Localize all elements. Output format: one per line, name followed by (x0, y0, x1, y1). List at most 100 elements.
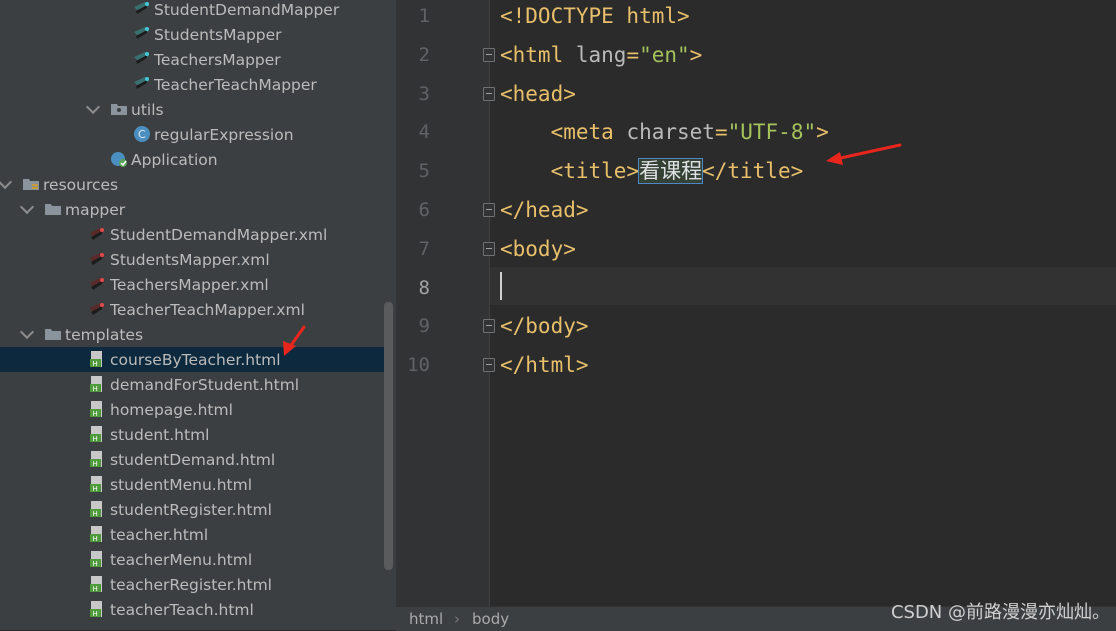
fold-marker-icon[interactable] (483, 86, 495, 101)
tree-item-teachersmapper-xml[interactable]: TeachersMapper.xml (0, 272, 384, 297)
tree-item-studentregister-html[interactable]: HstudentRegister.html (0, 497, 384, 522)
svg-text:H: H (93, 560, 98, 568)
tree-item-studentdemandmapper[interactable]: StudentDemandMapper (0, 0, 384, 22)
code-line[interactable]: </body> (500, 307, 589, 345)
code-editor[interactable]: 1 2 3 4 5 6 7 8 9 10 <!DOCTYPE html> <html lang="e… (396, 0, 1116, 606)
line-number: 8 (418, 276, 430, 299)
code-token-txt: 看课程 (638, 158, 704, 185)
tree-item-templates[interactable]: templates (0, 322, 384, 347)
tree-item-label: student.html (110, 425, 210, 444)
tree-item-label: StudentDemandMapper (154, 0, 340, 19)
fold-marker-icon[interactable] (483, 319, 495, 334)
tree-item-label: StudentDemandMapper.xml (110, 225, 328, 244)
line-number: 9 (418, 315, 430, 338)
code-line[interactable]: <title>看课程</title> (500, 152, 803, 190)
tree-item-teacherregister-html[interactable]: HteacherRegister.html (0, 572, 384, 597)
tree-item-utils[interactable]: utils (0, 97, 384, 122)
html-file-icon: H (88, 424, 106, 443)
code-token-attr: charset (626, 120, 715, 145)
tree-item-label: teacherTeach.html (110, 600, 254, 619)
line-number: 2 (418, 43, 430, 66)
tree-item-label: TeacherTeachMapper.xml (110, 300, 305, 319)
chevron-down-icon[interactable] (85, 99, 101, 115)
html-file-icon: H (88, 399, 106, 418)
mapper-interface-icon (132, 49, 150, 67)
breadcrumb-body[interactable]: body (472, 607, 509, 631)
fold-marker-icon[interactable] (483, 203, 495, 217)
tree-item-label: resources (43, 175, 119, 194)
tree-item-application[interactable]: Application (0, 147, 384, 172)
chevron-down-icon[interactable] (19, 324, 35, 340)
svg-text:H: H (93, 510, 98, 518)
code-token-tag: > (816, 120, 829, 145)
watermark: CSDN @前路漫漫亦灿灿。 (890, 602, 1110, 623)
mybatis-xml-icon (88, 274, 106, 292)
tree-item-demandforstudent-html[interactable]: HdemandForStudent.html (0, 372, 384, 397)
tree-item-label: TeachersMapper (154, 50, 281, 69)
tree-item-label: TeachersMapper.xml (110, 275, 269, 294)
chevron-down-icon[interactable] (19, 199, 35, 215)
tree-item-teachermenu-html[interactable]: HteacherMenu.html (0, 547, 384, 572)
code-line[interactable]: <body> (500, 230, 576, 268)
code-line[interactable]: </head> (500, 191, 589, 229)
html-file-icon: H (88, 549, 106, 568)
svg-text:H: H (93, 585, 98, 593)
tree-item-teacherteachmapper-xml[interactable]: TeacherTeachMapper.xml (0, 297, 384, 322)
line-number: 10 (407, 354, 430, 377)
fold-marker-icon[interactable] (483, 358, 495, 373)
tree-item-label: utils (131, 100, 164, 119)
tree-item-teacherteach-html[interactable]: HteacherTeach.html (0, 597, 384, 622)
line-number-gutter: 1 2 3 4 5 6 7 8 9 10 (396, 0, 495, 606)
tree-item-label: TeacherTeachMapper (154, 75, 317, 94)
tree-item-mapper[interactable]: mapper (0, 197, 384, 222)
chevron-down-icon[interactable] (0, 174, 13, 190)
tree-scrollbar[interactable] (384, 302, 393, 570)
tree-item-label: mapper (65, 200, 126, 219)
tree-item-studentdemand-html[interactable]: HstudentDemand.html (0, 447, 384, 472)
fold-marker-icon[interactable] (483, 241, 495, 256)
line-number: 4 (418, 121, 430, 144)
tree-item-coursebyteacher-html[interactable]: HcourseByTeacher.html (0, 347, 384, 372)
folder-icon (43, 324, 61, 342)
html-file-icon: H (88, 499, 106, 518)
tree-item-student-html[interactable]: Hstudent.html (0, 422, 384, 447)
tree-item-label: courseByTeacher.html (110, 350, 281, 369)
html-file-icon: H (88, 524, 106, 543)
current-line-highlight (490, 267, 1116, 305)
code-line[interactable]: <!DOCTYPE html> (500, 0, 690, 35)
mybatis-xml-icon (88, 224, 106, 242)
fold-marker-icon[interactable] (483, 47, 495, 62)
code-token-tag: <head> (500, 81, 576, 106)
java-class-icon: C (132, 124, 150, 142)
line-number: 5 (418, 160, 430, 183)
tree-item-resources[interactable]: resources (0, 172, 384, 197)
code-token-tag: </title> (702, 159, 804, 184)
svg-text:H: H (93, 360, 98, 368)
html-file-icon: H (88, 474, 106, 493)
package-folder-icon (109, 99, 127, 117)
tree-item-teacherteachmapper[interactable]: TeacherTeachMapper (0, 72, 384, 97)
mapper-interface-icon (132, 24, 150, 42)
tree-item-studentsmapper-xml[interactable]: StudentsMapper.xml (0, 247, 384, 272)
code-token-tag: <meta (550, 120, 627, 145)
code-token-tag: <!DOCTYPE html> (500, 4, 690, 28)
code-line[interactable]: <head> (500, 75, 576, 113)
tree-item-homepage-html[interactable]: Hhomepage.html (0, 397, 384, 422)
tree-item-studentdemandmapper-xml[interactable]: StudentDemandMapper.xml (0, 222, 384, 247)
tree-item-regularexpression[interactable]: CregularExpression (0, 122, 384, 147)
breadcrumb-html[interactable]: html (409, 607, 443, 631)
tree-item-studentmenu-html[interactable]: HstudentMenu.html (0, 472, 384, 497)
code-token-tag: <title> (550, 159, 640, 184)
html-file-icon: H (88, 449, 106, 468)
tree-item-teachersmapper[interactable]: TeachersMapper (0, 47, 384, 72)
tree-item-label: homepage.html (110, 400, 233, 419)
line-number: 1 (418, 5, 430, 27)
line-number: 3 (418, 82, 430, 105)
code-line[interactable]: <html lang="en"> (500, 36, 702, 74)
code-line[interactable]: </html> (500, 346, 589, 384)
code-line[interactable]: <meta charset="UTF-8"> (500, 113, 829, 151)
tree-item-teacher-html[interactable]: Hteacher.html (0, 522, 384, 547)
tree-item-studentsmapper[interactable]: StudentsMapper (0, 22, 384, 47)
tree-item-label: StudentsMapper.xml (110, 250, 270, 269)
text-caret (500, 272, 502, 300)
